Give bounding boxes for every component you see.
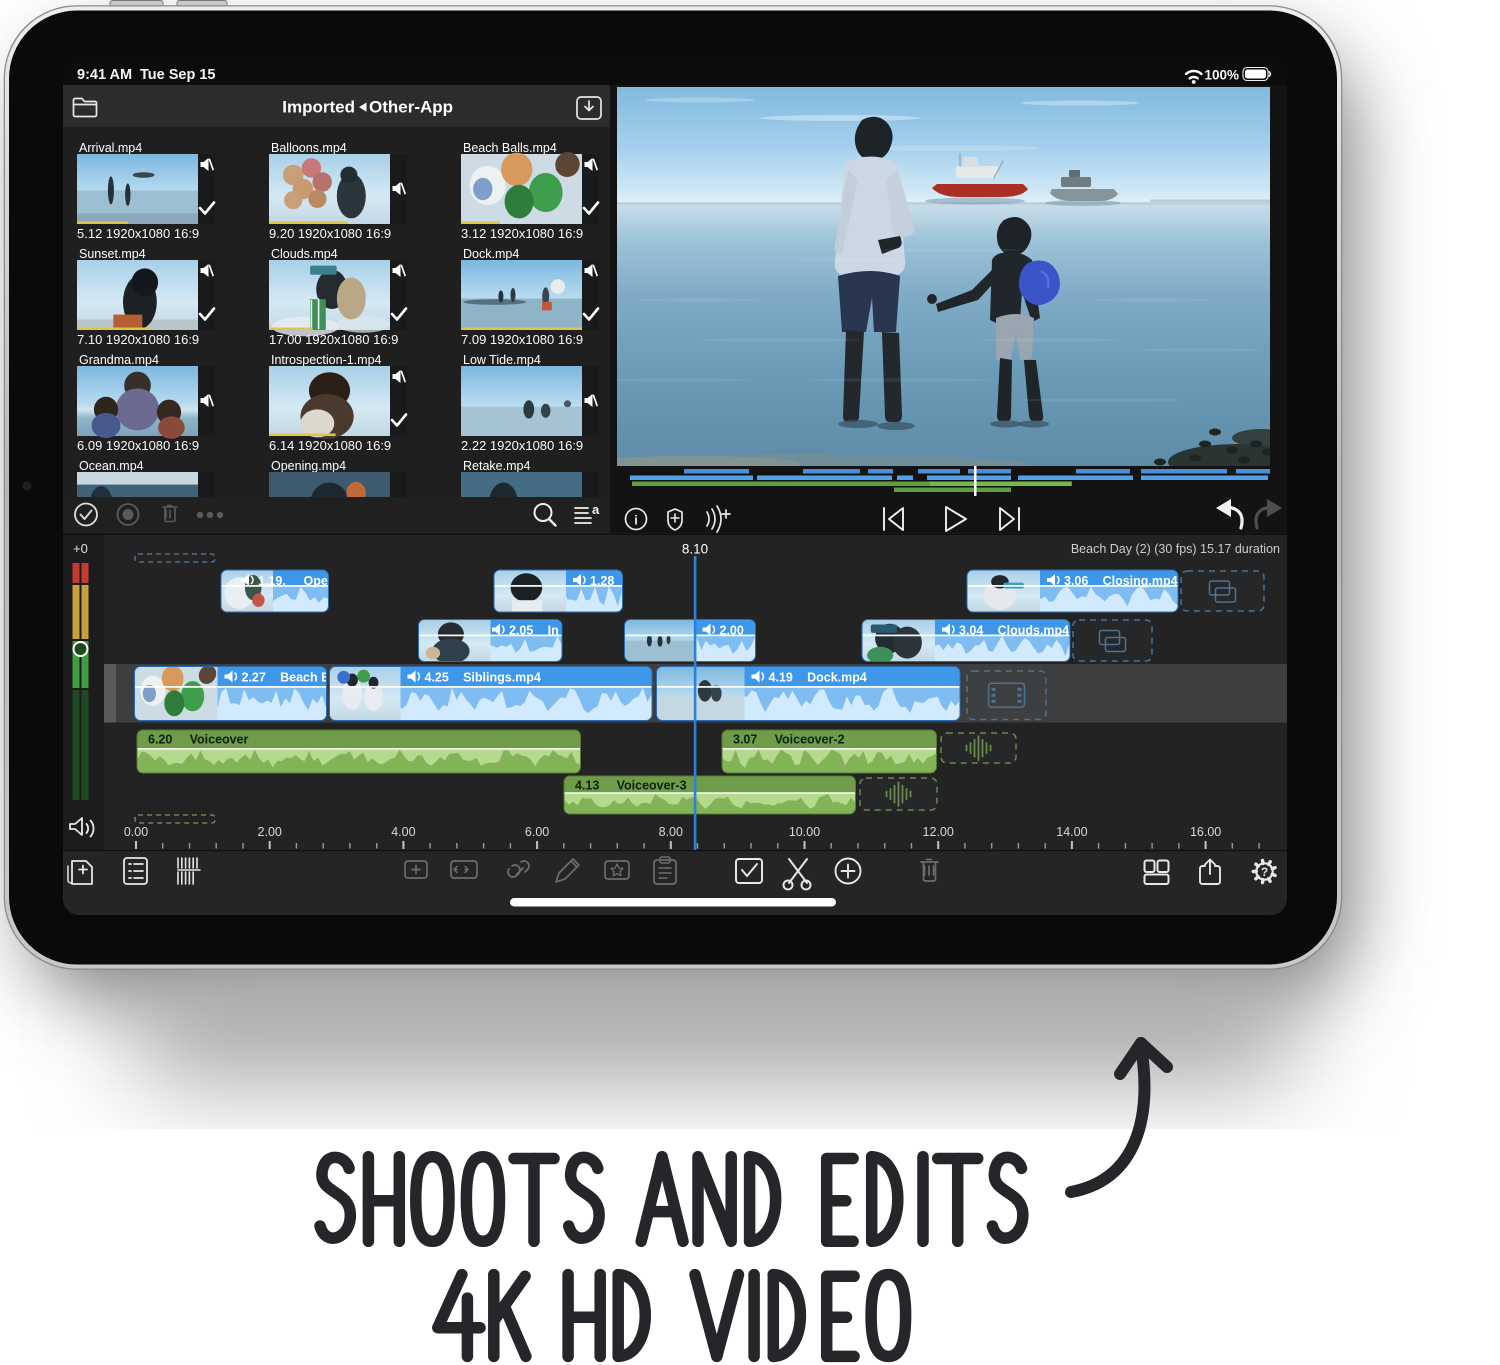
svg-text:Beach Day (2) (30 fps) 15.17: Beach Day (2) (30 fps) 15.17 duration: [1071, 542, 1280, 556]
svg-text:i: i: [634, 513, 638, 528]
svg-text:9.20 1920x1080 16:9: 9.20 1920x1080 16:9: [269, 226, 391, 241]
svg-text:16.00: 16.00: [1190, 825, 1221, 839]
svg-text:Clouds.mp4: Clouds.mp4: [998, 624, 1070, 638]
svg-text:2.00: 2.00: [720, 624, 744, 638]
svg-text:3.12 1920x1080 16:9: 3.12 1920x1080 16:9: [461, 226, 583, 241]
svg-text:?: ?: [1261, 865, 1268, 879]
svg-text:8.10: 8.10: [682, 542, 708, 557]
svg-text:In: In: [548, 624, 559, 638]
svg-text:6.09 1920x1080 16:9: 6.09 1920x1080 16:9: [77, 438, 199, 453]
svg-text:2.27: 2.27: [242, 671, 266, 685]
svg-text:Grandma.mp4: Grandma.mp4: [79, 353, 159, 367]
svg-text:Voiceover-2: Voiceover-2: [775, 733, 845, 747]
svg-text:1.19.: 1.19.: [258, 574, 286, 588]
svg-text:Arrival.mp4: Arrival.mp4: [79, 141, 142, 155]
svg-text:7.09 1920x1080 16:9: 7.09 1920x1080 16:9: [461, 332, 583, 347]
svg-text:0.00: 0.00: [124, 825, 148, 839]
svg-text:4.19: 4.19: [769, 671, 793, 685]
svg-text:4.25: 4.25: [425, 671, 449, 685]
svg-text:3.04: 3.04: [959, 624, 983, 638]
svg-text:Dock.mp4: Dock.mp4: [463, 247, 519, 261]
svg-text:Voiceover: Voiceover: [190, 733, 249, 747]
svg-text:3.06: 3.06: [1064, 574, 1088, 588]
svg-text:Low Tide.mp4: Low Tide.mp4: [463, 353, 541, 367]
svg-text:6.00: 6.00: [525, 825, 549, 839]
svg-text:3.07: 3.07: [733, 733, 757, 747]
svg-text:Ocean.mp4: Ocean.mp4: [79, 459, 144, 473]
svg-text:a: a: [592, 502, 600, 517]
svg-text:Tue Sep 15: Tue Sep 15: [140, 67, 215, 83]
svg-text:Beach Balls.mp4: Beach Balls.mp4: [463, 141, 557, 155]
svg-text:17.00 1920x1080 16:9: 17.00 1920x1080 16:9: [269, 332, 398, 347]
svg-text:100%: 100%: [1204, 68, 1239, 83]
svg-text:4.00: 4.00: [391, 825, 415, 839]
svg-text:Clouds.mp4: Clouds.mp4: [271, 247, 338, 261]
svg-text:10.00: 10.00: [789, 825, 820, 839]
svg-text:5.12 1920x1080 16:9: 5.12 1920x1080 16:9: [77, 226, 199, 241]
svg-text:Sunset.mp4: Sunset.mp4: [79, 247, 146, 261]
svg-text:2.00: 2.00: [258, 825, 282, 839]
svg-text:Beach B: Beach B: [280, 671, 330, 685]
svg-text:Siblings.mp4: Siblings.mp4: [463, 671, 541, 685]
svg-text:8.00: 8.00: [659, 825, 683, 839]
svg-text:Introspection-1.mp4: Introspection-1.mp4: [271, 353, 382, 367]
svg-text:Retake.mp4: Retake.mp4: [463, 459, 530, 473]
svg-text:Other-App: Other-App: [369, 98, 453, 117]
svg-text:9:41 AM: 9:41 AM: [77, 67, 132, 83]
svg-text:14.00: 14.00: [1056, 825, 1087, 839]
svg-text:Closing.mp4: Closing.mp4: [1103, 574, 1178, 588]
svg-text:7.10 1920x1080 16:9: 7.10 1920x1080 16:9: [77, 332, 199, 347]
svg-text:4.13: 4.13: [575, 779, 599, 793]
svg-text:6.20: 6.20: [148, 733, 172, 747]
svg-text:+0: +0: [73, 541, 88, 556]
svg-text:Opening.mp4: Opening.mp4: [271, 459, 346, 473]
svg-text:2.22 1920x1080 16:9: 2.22 1920x1080 16:9: [461, 438, 583, 453]
svg-text:Balloons.mp4: Balloons.mp4: [271, 141, 347, 155]
svg-text:Dock.mp4: Dock.mp4: [807, 671, 867, 685]
svg-text:12.00: 12.00: [923, 825, 954, 839]
svg-text:6.14 1920x1080 16:9: 6.14 1920x1080 16:9: [269, 438, 391, 453]
svg-text:1.28: 1.28: [590, 574, 614, 588]
svg-text:Imported: Imported: [282, 98, 355, 117]
svg-text:Voiceover-3: Voiceover-3: [617, 779, 687, 793]
svg-text:2.05: 2.05: [509, 624, 533, 638]
